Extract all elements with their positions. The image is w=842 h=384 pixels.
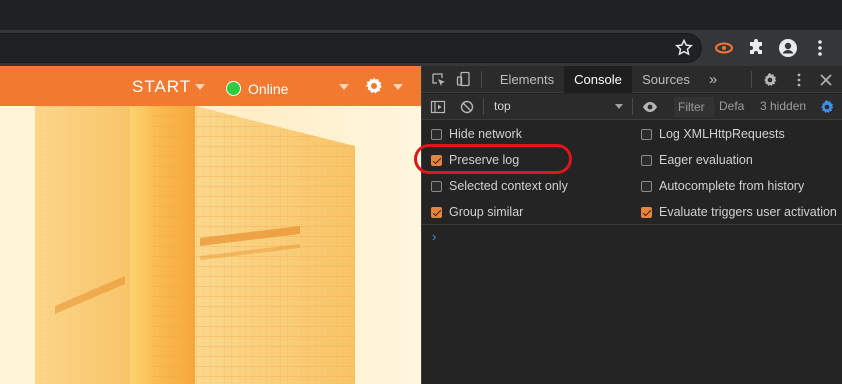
chevron-down-icon[interactable] [195, 84, 205, 90]
chevron-down-icon[interactable] [393, 84, 403, 90]
setting-evaluate-triggers-user-activation[interactable]: Evaluate triggers user activation [641, 204, 837, 220]
hidden-count: 3 hidden [760, 99, 807, 113]
checkbox[interactable] [641, 128, 652, 140]
devtools-tabbar: Elements Console Sources » [422, 66, 842, 93]
setting-selected-context-only[interactable]: Selected context only [431, 178, 568, 194]
setting-log-xmlhttprequests[interactable]: Log XMLHttpRequests [641, 126, 785, 142]
context-selector[interactable]: top [494, 99, 511, 113]
console-toolbar: top Filter Defa 3 hidden [422, 94, 842, 120]
extension-orange-icon[interactable] [714, 38, 734, 58]
address-bar[interactable] [0, 33, 702, 63]
chevron-down-icon[interactable] [339, 84, 349, 90]
checkbox[interactable] [641, 154, 652, 166]
tab-divider [751, 71, 752, 88]
setting-label: Selected context only [449, 179, 568, 193]
menu-dots-icon[interactable] [810, 38, 830, 58]
web-page: START Online [0, 66, 421, 384]
checkbox[interactable] [431, 180, 442, 192]
profile-icon[interactable] [778, 38, 798, 58]
console-prompt[interactable]: › [432, 229, 436, 244]
tab-console[interactable]: Console [564, 66, 632, 93]
checkbox[interactable] [641, 180, 652, 192]
inspect-element-icon[interactable] [431, 72, 447, 88]
setting-label: Autocomplete from history [659, 179, 805, 193]
background-image [0, 106, 421, 384]
sidebar-toggle-icon[interactable] [430, 99, 446, 115]
gear-icon[interactable] [762, 72, 778, 88]
devtools-panel: Elements Console Sources » top Filter De… [421, 66, 842, 384]
checkbox[interactable] [431, 206, 442, 218]
gear-icon[interactable] [364, 76, 384, 96]
more-tabs-button[interactable]: » [702, 66, 724, 93]
setting-group-similar[interactable]: Group similar [431, 204, 523, 220]
kebab-menu-icon[interactable] [791, 72, 807, 88]
checkbox[interactable] [431, 128, 442, 140]
chevron-down-icon[interactable] [615, 104, 623, 109]
tab-sources[interactable]: Sources [634, 66, 698, 93]
online-status-dot [226, 81, 241, 96]
setting-eager-evaluation[interactable]: Eager evaluation [641, 152, 753, 168]
browser-toolbar [0, 30, 842, 66]
app-header: START Online [0, 66, 421, 106]
close-icon[interactable] [818, 72, 834, 88]
toolbar-divider [632, 98, 633, 115]
setting-hide-network[interactable]: Hide network [431, 126, 522, 142]
checkbox[interactable] [641, 206, 652, 218]
tab-divider [481, 71, 482, 88]
setting-label: Evaluate triggers user activation [659, 205, 837, 219]
start-menu[interactable]: START [132, 77, 191, 97]
tab-strip [0, 0, 842, 30]
status-label[interactable]: Online [248, 81, 288, 97]
setting-label: Group similar [449, 205, 524, 219]
setting-label: Eager evaluation [659, 153, 753, 167]
clear-console-icon[interactable] [459, 99, 475, 115]
eye-icon[interactable] [642, 99, 658, 115]
setting-label: Hide network [449, 127, 522, 141]
log-levels-dropdown[interactable]: Defa [719, 99, 744, 113]
console-settings-gear-icon[interactable] [819, 99, 835, 115]
star-icon[interactable] [674, 38, 694, 58]
filter-input[interactable]: Filter [674, 97, 714, 117]
setting-autocomplete-from-history[interactable]: Autocomplete from history [641, 178, 804, 194]
toolbar-divider [483, 98, 484, 115]
device-toolbar-icon[interactable] [456, 71, 472, 87]
setting-label: Log XMLHttpRequests [659, 127, 785, 141]
highlight-annotation [414, 144, 572, 174]
tab-elements[interactable]: Elements [492, 66, 562, 93]
puzzle-icon[interactable] [746, 38, 766, 58]
